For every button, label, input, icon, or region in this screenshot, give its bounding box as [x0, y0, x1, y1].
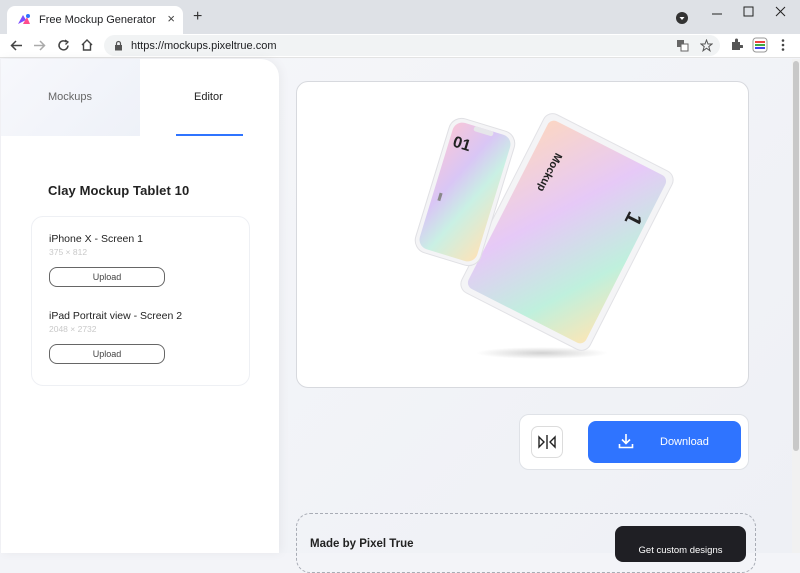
close-window-icon[interactable]	[775, 6, 786, 17]
download-icon	[618, 434, 634, 449]
scrollbar-thumb[interactable]	[793, 61, 799, 451]
tab-editor[interactable]: Editor	[194, 91, 223, 103]
mockup-preview: Mockup 1 01	[296, 81, 749, 388]
flip-icon	[538, 435, 556, 449]
home-icon[interactable]	[80, 38, 94, 52]
extensions-icon[interactable]	[729, 38, 743, 52]
profile-dropdown-icon[interactable]	[676, 12, 688, 24]
get-custom-designs-button[interactable]: Get custom designs	[615, 526, 746, 562]
maximize-icon[interactable]	[743, 6, 754, 17]
flip-button[interactable]	[531, 426, 563, 458]
profile-avatar-icon[interactable]	[752, 37, 768, 53]
back-icon[interactable]	[10, 39, 23, 52]
editor-sidebar: Mockups Editor Clay Mockup Tablet 10 iPh…	[1, 59, 279, 553]
minimize-icon[interactable]	[711, 8, 723, 20]
tab-mockups[interactable]: Mockups	[1, 59, 140, 136]
custom-design-banner: Made by Pixel True Get custom designs	[296, 513, 756, 573]
browser-tab-strip: Free Mockup Generator × +	[0, 0, 800, 34]
url-text: https://mockups.pixeltrue.com	[131, 39, 277, 52]
address-bar[interactable]: https://mockups.pixeltrue.com	[104, 35, 720, 56]
browser-menu-icon[interactable]	[780, 38, 786, 52]
screens-card: iPhone X - Screen 1 375 × 812 Upload iPa…	[31, 216, 250, 386]
mockup-title: Clay Mockup Tablet 10	[48, 183, 190, 198]
tab-mockups-label: Mockups	[48, 91, 93, 103]
download-button[interactable]: Download	[588, 421, 741, 463]
device-shadow	[476, 347, 608, 359]
browser-tab[interactable]: Free Mockup Generator ×	[7, 6, 183, 34]
lock-icon	[115, 40, 122, 51]
browser-toolbar: https://mockups.pixeltrue.com	[0, 34, 800, 58]
tab-close-icon[interactable]: ×	[167, 12, 175, 26]
download-label: Download	[660, 436, 709, 448]
screen-2-name: iPad Portrait view - Screen 2	[49, 310, 183, 322]
new-tab-icon[interactable]: +	[193, 9, 202, 25]
page-content: Mockups Editor Clay Mockup Tablet 10 iPh…	[1, 59, 799, 573]
screen-2-size: 2048 × 2732	[49, 324, 97, 334]
active-tab-indicator	[176, 134, 243, 136]
made-by-text: Made by Pixel True	[310, 538, 414, 550]
upload-screen-2-button[interactable]: Upload	[49, 344, 165, 364]
browser-tab-title: Free Mockup Generator	[39, 14, 156, 26]
mockup-devices-image: Mockup 1 01	[414, 113, 674, 359]
actions-bar: Download	[519, 414, 749, 470]
forward-icon[interactable]	[33, 39, 46, 52]
pixeltrue-favicon-icon	[18, 14, 30, 24]
screen-1-name: iPhone X - Screen 1	[49, 233, 143, 245]
upload-screen-1-button[interactable]: Upload	[49, 267, 165, 287]
screen-1-size: 375 × 812	[49, 247, 88, 257]
translate-icon[interactable]	[676, 39, 689, 52]
bookmark-star-icon[interactable]	[700, 39, 713, 52]
reload-icon[interactable]	[57, 39, 70, 52]
